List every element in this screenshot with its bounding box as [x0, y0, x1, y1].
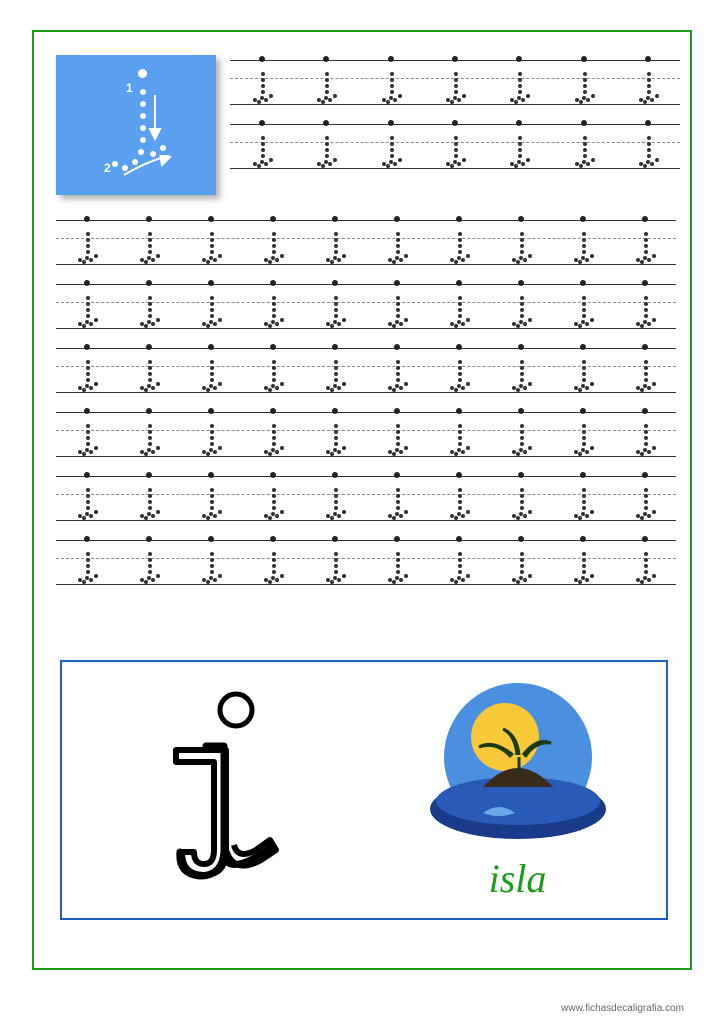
trace-letter-i [196, 214, 226, 270]
trace-letter-i [320, 214, 350, 270]
writing-line [56, 220, 676, 270]
trace-letter-i [72, 406, 102, 462]
trace-letter-i [440, 54, 470, 110]
trace-letter-i [134, 406, 164, 462]
trace-letter-i [382, 214, 412, 270]
trace-letter-i [134, 342, 164, 398]
trace-letter-i [569, 54, 599, 110]
trace-letter-i [320, 342, 350, 398]
writing-line [56, 412, 676, 462]
island-block: isla [423, 679, 613, 902]
trace-letter-i [72, 214, 102, 270]
writing-line [56, 476, 676, 526]
trace-letter-i [444, 534, 474, 590]
trace-letter-i [196, 278, 226, 334]
trace-letter-i [258, 342, 288, 398]
trace-letter-i [444, 342, 474, 398]
trace-letter-i [630, 534, 660, 590]
stroke-guide-box: 1 2 [56, 55, 216, 195]
footer-credit: www.fichasdecaligrafia.com [561, 1003, 684, 1014]
trace-letter-i [630, 214, 660, 270]
trace-letter-i [568, 406, 598, 462]
trace-letter-i [630, 278, 660, 334]
trace-letter-i [196, 534, 226, 590]
writing-line [230, 124, 680, 174]
trace-letter-i [134, 278, 164, 334]
trace-letter-i [320, 406, 350, 462]
trace-letter-i [630, 406, 660, 462]
example-box: isla [60, 660, 668, 920]
arrow-curve-icon [118, 155, 174, 185]
trace-letter-i [382, 534, 412, 590]
trace-letter-i [196, 470, 226, 526]
trace-letter-i [633, 118, 663, 174]
trace-letter-i [506, 214, 536, 270]
trace-letter-i [568, 278, 598, 334]
main-practice-area [56, 220, 676, 604]
trace-letter-i [72, 534, 102, 590]
trace-letter-i [382, 342, 412, 398]
trace-letter-i [196, 342, 226, 398]
trace-letter-i [633, 54, 663, 110]
trace-letter-i [134, 534, 164, 590]
trace-letter-i [311, 54, 341, 110]
trace-letter-i [382, 406, 412, 462]
big-letter-i [116, 680, 316, 900]
trace-letter-i [72, 278, 102, 334]
trace-letter-i [504, 54, 534, 110]
trace-letter-i [258, 214, 288, 270]
trace-letter-i [568, 214, 598, 270]
trace-letter-i [506, 534, 536, 590]
trace-letter-i [247, 118, 277, 174]
trace-letter-i [196, 406, 226, 462]
trace-letter-i [134, 470, 164, 526]
trace-letter-i [506, 278, 536, 334]
trace-letter-i [506, 470, 536, 526]
trace-letter-i [440, 118, 470, 174]
trace-letter-i [568, 342, 598, 398]
trace-letter-i [569, 118, 599, 174]
trace-letter-i [376, 54, 406, 110]
trace-letter-i [258, 534, 288, 590]
trace-letter-i [506, 342, 536, 398]
trace-letter-i [320, 278, 350, 334]
trace-letter-i [258, 278, 288, 334]
top-practice-area [230, 60, 680, 188]
trace-letter-i [247, 54, 277, 110]
trace-letter-i [568, 470, 598, 526]
trace-letter-i [134, 214, 164, 270]
writing-line [56, 540, 676, 590]
writing-line [56, 348, 676, 398]
writing-line [56, 284, 676, 334]
trace-letter-i [72, 470, 102, 526]
trace-letter-i [320, 534, 350, 590]
trace-letter-i [320, 470, 350, 526]
trace-letter-i [504, 118, 534, 174]
trace-letter-i [382, 278, 412, 334]
trace-letter-i [311, 118, 341, 174]
trace-letter-i [630, 342, 660, 398]
writing-line [230, 60, 680, 110]
trace-letter-i [258, 470, 288, 526]
trace-letter-i [444, 406, 474, 462]
trace-letter-i [376, 118, 406, 174]
island-icon [423, 679, 613, 849]
arrow-down-icon [146, 91, 164, 141]
trace-letter-i [444, 470, 474, 526]
trace-letter-i [506, 406, 536, 462]
trace-letter-i [568, 534, 598, 590]
trace-letter-i [444, 214, 474, 270]
trace-letter-i [72, 342, 102, 398]
trace-letter-i [258, 406, 288, 462]
trace-letter-i [382, 470, 412, 526]
trace-letter-i [444, 278, 474, 334]
trace-letter-i [630, 470, 660, 526]
example-word: isla [489, 855, 547, 902]
